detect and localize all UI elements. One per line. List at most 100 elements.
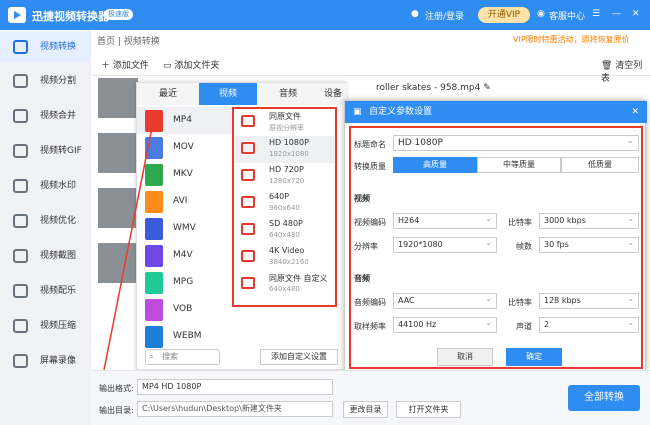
thumbnail-column [98,78,138,373]
output-dir-field[interactable]: C:\Users\hudun\Desktop\新建文件夹 [137,401,333,417]
format-item[interactable]: MPG [137,269,232,296]
tab-audio[interactable]: 音频 [257,83,319,105]
tab-video[interactable]: 视频 [199,83,257,105]
service-link[interactable]: 客服中心 [549,9,585,22]
convert-all-button[interactable]: 全部转换 [568,385,640,411]
optimize-icon [13,214,28,228]
abitrate-label: 比特率 [508,298,532,307]
format-label: WEBM [173,331,202,341]
format-item[interactable]: MOV [137,134,232,161]
channel-label: 声道 [516,322,532,331]
format-label: WMV [173,223,196,233]
format-item[interactable]: VOB [137,296,232,323]
sidebar-item-screen-record[interactable]: 屏幕录像 [0,346,91,376]
format-item[interactable]: MP4 [137,107,232,134]
resolution-label: 分辨率 [354,242,378,251]
output-format-label: 输出格式: [99,384,134,393]
breadcrumb: 首页 | 视频转换 [97,37,160,47]
video-thumbnail[interactable] [98,133,138,173]
vcodec-select[interactable]: H264 [393,212,497,229]
file-format-icon [145,326,163,348]
file-format-icon [145,245,163,267]
resolution-select[interactable]: 1920*1080 [393,236,497,253]
quality-medium-button[interactable]: 中等质量 [477,157,561,173]
sidebar-item-video-convert[interactable]: 视频转换 [0,32,91,62]
open-folder-button[interactable]: 打开文件夹 [396,401,461,418]
clear-list-button[interactable]: 🗑 清空列表 [601,58,650,84]
vbitrate-label: 比特率 [508,218,532,227]
format-item[interactable]: M4V [137,242,232,269]
tab-recent[interactable]: 最近 [137,83,199,105]
custom-params-dialog: ▣ 自定义参数设置 ✕ 标题命名 HD 1080P 转换质量 高质量 中等质量 … [344,100,647,372]
sample-rate-select[interactable]: 44100 Hz [393,316,497,333]
promo-banner[interactable]: VIP限时特惠活动，即将恢复原价 [513,34,630,45]
quality-highlight-box [232,107,337,307]
quality-low-button[interactable]: 低质量 [561,157,639,173]
menu-icon[interactable]: ☰ [592,9,600,19]
format-item[interactable]: WEBM [137,323,232,350]
add-folder-button[interactable]: ▭ 添加文件夹 [163,58,219,71]
name-label: 标题命名 [354,140,386,149]
file-format-icon [145,164,163,186]
vip-button[interactable]: 开通VIP [478,7,530,23]
search-icon: ⌕ [149,352,154,361]
user-icon[interactable]: ● [411,9,419,19]
video-thumbnail[interactable] [98,243,138,283]
format-item[interactable]: AVI [137,188,232,215]
format-search-input[interactable]: 搜索 [145,349,220,365]
add-custom-button[interactable]: 添加自定义设置 [260,349,338,365]
camera-icon: ▣ [353,107,362,117]
video-thumbnail[interactable] [98,188,138,228]
format-label: M4V [173,250,193,260]
dialog-close-icon[interactable]: ✕ [631,101,639,123]
clear-list-label: 清空列表 [601,61,643,84]
file-format-icon [145,218,163,240]
sidebar-item-label: 视频截图 [40,251,77,261]
format-item[interactable]: WMV [137,215,232,242]
sidebar-item-video-compress[interactable]: 视频压缩 [0,311,91,341]
tab-device[interactable]: 设备 [319,83,347,105]
vbitrate-select[interactable]: 3000 kbps [539,212,639,229]
change-dir-button[interactable]: 更改目录 [343,401,388,418]
ok-button[interactable]: 确定 [506,348,562,366]
watermark-icon [13,179,28,193]
sidebar-item-video-merge[interactable]: 视频合并 [0,101,91,131]
cancel-button[interactable]: 取消 [437,348,493,366]
login-link[interactable]: 注册/登录 [425,9,464,22]
acodec-select[interactable]: AAC [393,292,497,309]
sidebar-item-video-optimize[interactable]: 视频优化 [0,206,91,236]
format-item[interactable]: MKV [137,161,232,188]
sidebar-item-video-split[interactable]: 视频分割 [0,66,91,96]
file-format-icon [145,191,163,213]
sidebar-item-video-screenshot[interactable]: 视频截图 [0,241,91,271]
output-format-select[interactable]: MP4 HD 1080P [137,379,333,395]
music-icon [13,284,28,298]
sidebar-item-video-watermark[interactable]: 视频水印 [0,171,91,201]
acodec-label: 音频编码 [354,298,386,307]
quality-high-button[interactable]: 高质量 [393,157,477,173]
app-title: 迅捷视频转换器 [32,10,109,23]
minimize-icon[interactable]: — [612,9,621,19]
sidebar: 视频转换 视频分割 视频合并 视频转GIF 视频水印 视频优化 视频截图 视频配… [0,30,91,425]
format-label: MP4 [173,115,192,125]
dialog-header: ▣ 自定义参数设置 ✕ [345,101,647,123]
close-icon[interactable]: ✕ [632,9,640,19]
sidebar-item-label: 屏幕录像 [40,356,77,366]
sidebar-item-label: 视频优化 [40,216,77,226]
add-file-button[interactable]: ＋ 添加文件 [101,58,149,71]
sidebar-item-video-music[interactable]: 视频配乐 [0,276,91,306]
fps-select[interactable]: 30 fps [539,236,639,253]
sidebar-item-label: 视频压缩 [40,321,77,331]
headset-icon[interactable]: ◉ [537,9,545,19]
quality-label: 转换质量 [354,162,386,171]
channel-select[interactable]: 2 [539,316,639,333]
sidebar-item-video-gif[interactable]: 视频转GIF [0,136,91,166]
name-input[interactable]: HD 1080P [393,134,639,151]
screenshot-icon [13,249,28,263]
video-thumbnail[interactable] [98,78,138,118]
sample-rate-label: 取样频率 [354,322,386,331]
fps-label: 帧数 [516,242,532,251]
title-bar: 迅捷视频转换器 极速版 ● 注册/登录 开通VIP ◉ 客服中心 ☰ — ✕ [0,0,650,30]
abitrate-select[interactable]: 128 kbps [539,292,639,309]
sidebar-item-label: 视频转GIF [40,146,82,156]
